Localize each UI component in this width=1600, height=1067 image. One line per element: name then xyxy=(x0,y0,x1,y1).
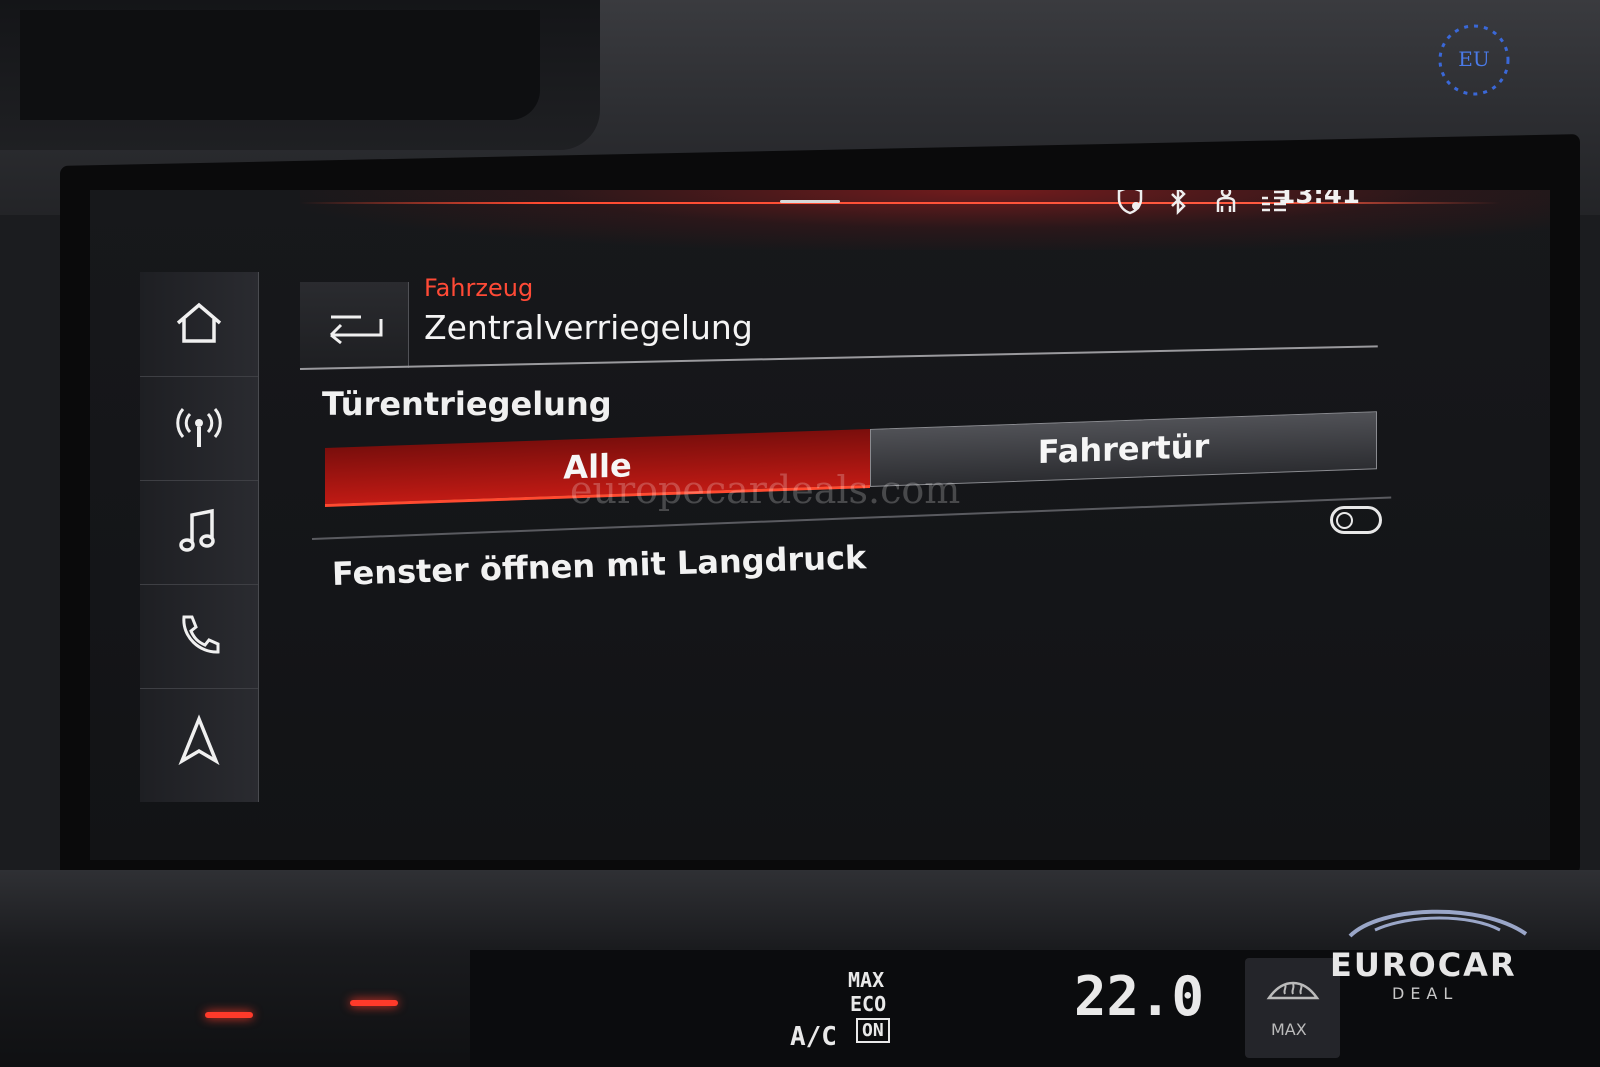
pull-down-handle[interactable] xyxy=(780,200,840,203)
radio-icon xyxy=(176,408,222,447)
indicator-led xyxy=(205,1012,253,1018)
page-title: Zentralverriegelung xyxy=(424,308,753,347)
sidebar-item-radio[interactable] xyxy=(140,376,258,481)
back-button[interactable] xyxy=(300,282,409,368)
watermark: europecardeals.com xyxy=(570,468,961,512)
climate-on-label[interactable]: ON xyxy=(856,1018,890,1043)
defrost-max-label: MAX xyxy=(1271,1020,1307,1039)
climate-max-label: MAX xyxy=(848,968,885,992)
sidebar xyxy=(140,272,259,802)
defrost-icon xyxy=(1266,981,1320,1000)
infotainment-screen: 13:41 Fahrzeug Zentralverriegelung Türen… xyxy=(90,190,1550,860)
music-icon xyxy=(179,508,215,552)
toggle-knob xyxy=(1336,512,1353,529)
sidebar-item-phone[interactable] xyxy=(140,584,258,689)
clock: 13:41 xyxy=(1277,190,1360,210)
eu-seal-logo: EU xyxy=(1438,24,1510,96)
indicator-led xyxy=(350,1000,398,1006)
svg-text:EU: EU xyxy=(1458,47,1489,71)
person-seat-icon xyxy=(1216,190,1236,212)
phone-icon xyxy=(182,615,220,654)
bluetooth-icon xyxy=(1171,190,1186,216)
breadcrumb[interactable]: Fahrzeug xyxy=(424,274,533,302)
brand-subtitle: DEAL xyxy=(1392,984,1459,1003)
status-icons xyxy=(1114,190,1290,216)
back-arrow-icon xyxy=(329,315,383,345)
sidebar-item-home[interactable] xyxy=(140,272,258,377)
home-icon xyxy=(176,302,222,343)
window-long-press-toggle[interactable] xyxy=(1330,506,1382,534)
defrost-max-button[interactable]: MAX xyxy=(1245,958,1340,1058)
sidebar-item-music[interactable] xyxy=(140,480,258,585)
climate-ac-label[interactable]: A/C xyxy=(790,1022,837,1052)
brand-wordmark: EUROCAR xyxy=(1330,946,1517,984)
climate-eco-label: ECO xyxy=(850,992,887,1016)
climate-temp-right: 22.0 xyxy=(1074,965,1205,1028)
shield-location-icon xyxy=(1117,190,1143,215)
window-long-press-label[interactable]: Fenster öffnen mit Langdruck xyxy=(331,538,866,593)
sidebar-item-navigation[interactable] xyxy=(140,688,258,792)
navigation-icon xyxy=(178,714,220,766)
air-vent xyxy=(0,0,600,150)
status-glow xyxy=(300,190,1550,250)
